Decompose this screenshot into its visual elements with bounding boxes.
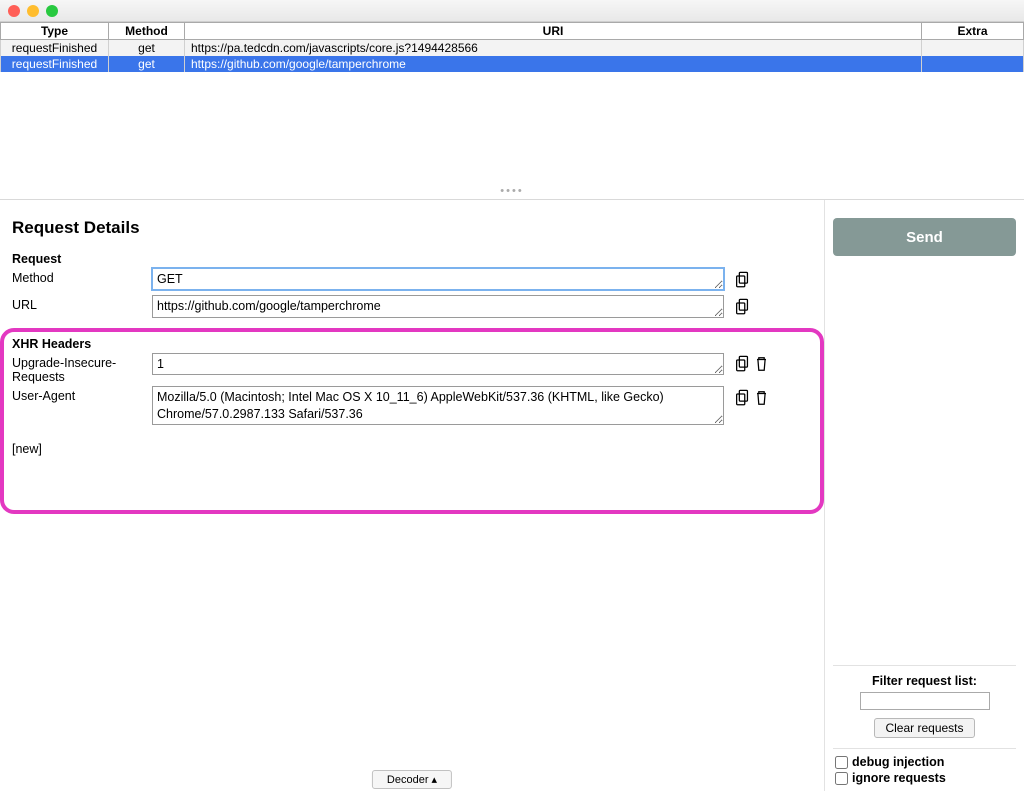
request-table-region: Type Method URI Extra requestFinishedget… [0, 22, 1024, 200]
decoder-toggle-button[interactable]: Decoder ▴ [372, 770, 452, 789]
cell-method: get [109, 56, 185, 72]
url-input[interactable] [152, 295, 724, 317]
header-value-input[interactable] [152, 353, 724, 375]
request-group-label: Request [12, 252, 824, 266]
request-table[interactable]: Type Method URI Extra requestFinishedget… [0, 22, 1024, 72]
cell-method: get [109, 40, 185, 57]
filter-label: Filter request list: [835, 674, 1014, 688]
debug-injection-label: debug injection [852, 755, 944, 769]
header-value-input[interactable] [152, 386, 724, 425]
url-row: URL [12, 295, 824, 320]
table-header-row: Type Method URI Extra [1, 23, 1024, 40]
url-label: URL [12, 295, 152, 312]
page-title: Request Details [12, 218, 824, 238]
cell-type: requestFinished [1, 40, 109, 57]
window-close-button[interactable] [8, 5, 20, 17]
ignore-requests-label: ignore requests [852, 771, 946, 785]
debug-injection-checkbox[interactable] [835, 756, 848, 769]
xhr-headers-label: XHR Headers [12, 337, 824, 351]
col-header-type[interactable]: Type [1, 23, 109, 40]
window-minimize-button[interactable] [27, 5, 39, 17]
cell-extra [922, 40, 1024, 57]
table-row[interactable]: requestFinishedgethttps://pa.tedcdn.com/… [1, 40, 1024, 57]
copy-icon[interactable] [734, 270, 751, 289]
col-header-extra[interactable]: Extra [922, 23, 1024, 40]
method-input[interactable] [152, 268, 724, 290]
delete-icon[interactable] [753, 355, 770, 374]
copy-icon[interactable] [734, 388, 751, 407]
cell-type: requestFinished [1, 56, 109, 72]
copy-icon[interactable] [734, 355, 751, 374]
cell-uri: https://github.com/google/tamperchrome [185, 56, 922, 72]
cell-uri: https://pa.tedcdn.com/javascripts/core.j… [185, 40, 922, 57]
header-row: Upgrade-Insecure-Requests [12, 353, 824, 385]
table-row[interactable]: requestFinishedgethttps://github.com/goo… [1, 56, 1024, 72]
ignore-requests-checkbox[interactable] [835, 772, 848, 785]
clear-requests-button[interactable]: Clear requests [874, 718, 974, 738]
header-name-label: Upgrade-Insecure-Requests [12, 353, 152, 385]
col-header-uri[interactable]: URI [185, 23, 922, 40]
window-titlebar [0, 0, 1024, 22]
header-name-label: User-Agent [12, 386, 152, 403]
send-button[interactable]: Send [833, 218, 1016, 256]
cell-extra [922, 56, 1024, 72]
sidebar: Send Filter request list: Clear requests… [824, 200, 1024, 791]
filter-input[interactable] [860, 692, 990, 710]
copy-icon[interactable] [734, 297, 751, 316]
col-header-method[interactable]: Method [109, 23, 185, 40]
method-label: Method [12, 268, 152, 285]
debug-injection-row[interactable]: debug injection [835, 755, 1014, 769]
splitter-handle-icon[interactable]: •••• [500, 185, 523, 197]
window-maximize-button[interactable] [46, 5, 58, 17]
ignore-requests-row[interactable]: ignore requests [835, 771, 1014, 785]
header-row: User-Agent [12, 386, 824, 428]
delete-icon[interactable] [753, 388, 770, 407]
new-header-link[interactable]: [new] [12, 442, 42, 456]
method-row: Method [12, 268, 824, 293]
request-details-pane: Request Details Request Method URL XHR H… [0, 200, 824, 791]
